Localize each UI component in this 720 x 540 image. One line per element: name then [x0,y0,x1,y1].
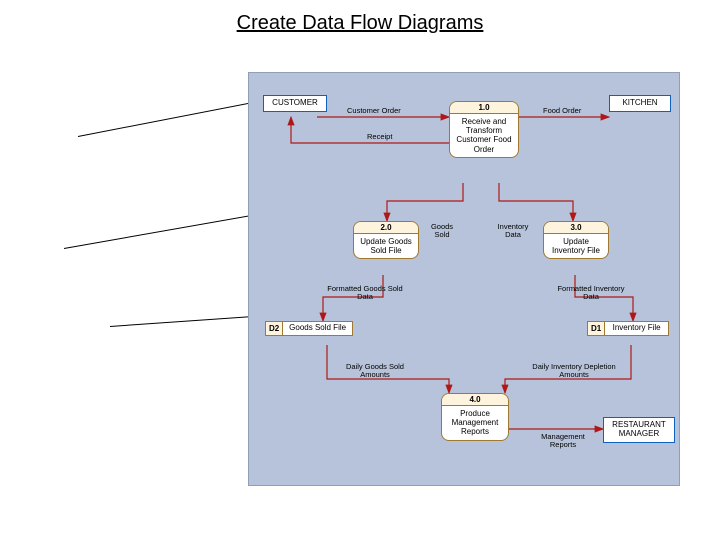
entity-customer: CUSTOMER [263,95,327,112]
datastore-d2-id: D2 [266,322,283,335]
flow-formatted-inventory-data: Formatted Inventory Data [551,285,631,301]
process-2-label: Update Goods Sold File [354,234,418,258]
datastore-d1: D1 Inventory File [587,321,669,336]
datastore-d2: D2 Goods Sold File [265,321,353,336]
process-3: 3.0 Update Inventory File [543,221,609,259]
datastore-d1-label: Inventory File [605,322,668,335]
process-2: 2.0 Update Goods Sold File [353,221,419,259]
flow-daily-inventory-depletion-amounts: Daily Inventory Depletion Amounts [529,363,619,379]
dfd-canvas: CUSTOMER KITCHEN RESTAURANT MANAGER 1.0 … [248,72,680,486]
flow-goods-sold: Goods Sold [427,223,457,239]
process-1-label: Receive and Transform Customer Food Orde… [450,114,518,157]
leader-line [78,99,271,137]
entity-restaurant-manager: RESTAURANT MANAGER [603,417,675,443]
process-4-label: Produce Management Reports [442,406,508,440]
process-1: 1.0 Receive and Transform Customer Food … [449,101,519,158]
process-2-id: 2.0 [354,222,418,234]
datastore-d2-label: Goods Sold File [283,322,352,335]
leader-line [64,211,273,249]
flow-daily-goods-sold-amounts: Daily Goods Sold Amounts [335,363,415,379]
flow-formatted-goods-sold-data: Formatted Goods Sold Data [325,285,405,301]
entity-kitchen: KITCHEN [609,95,671,112]
process-4: 4.0 Produce Management Reports [441,393,509,441]
flow-management-reports: Management Reports [533,433,593,449]
flow-food-order: Food Order [543,107,581,115]
process-3-label: Update Inventory File [544,234,608,258]
flow-customer-order: Customer Order [347,107,401,115]
process-3-id: 3.0 [544,222,608,234]
process-1-id: 1.0 [450,102,518,114]
datastore-d1-id: D1 [588,322,605,335]
flow-receipt: Receipt [367,133,392,141]
process-4-id: 4.0 [442,394,508,406]
flow-inventory-data: Inventory Data [493,223,533,239]
page-title: Create Data Flow Diagrams [0,0,720,35]
